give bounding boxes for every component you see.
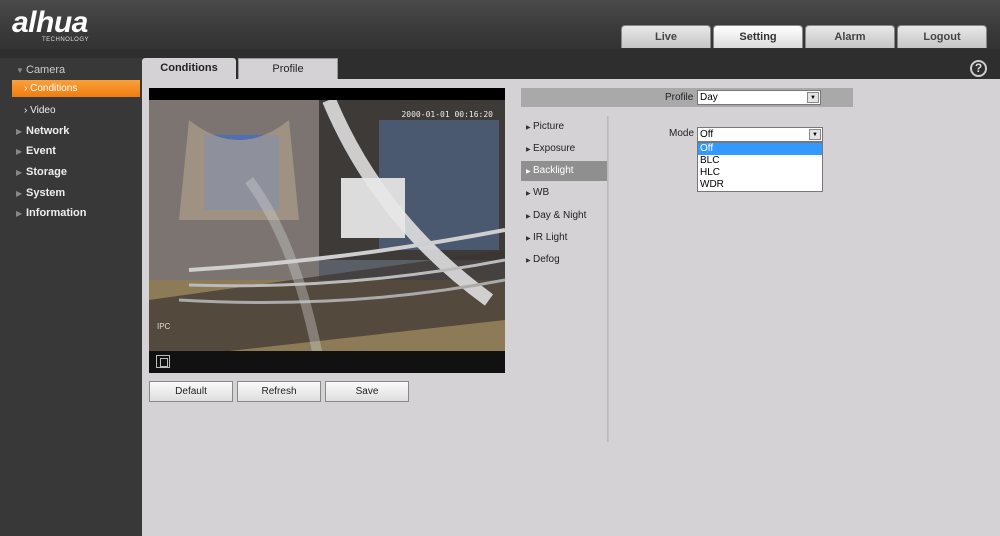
triangle-right-icon: ▶ <box>16 127 23 136</box>
sidebar-item-label: Storage <box>26 166 67 178</box>
video-frame <box>149 100 505 373</box>
tab-setting[interactable]: Setting <box>713 25 803 48</box>
sidebar-item-label: System <box>26 187 66 199</box>
triangle-right-icon: ▶ <box>16 209 23 218</box>
save-button[interactable]: Save <box>325 381 409 402</box>
menu-item-picture[interactable]: ▶ Picture <box>521 117 607 137</box>
mode-select[interactable]: Off ▼ <box>697 127 823 142</box>
menu-item-label: Exposure <box>533 143 576 154</box>
menu-item-backlight[interactable]: ▶ Backlight <box>521 161 607 181</box>
mode-option-off[interactable]: Off <box>698 143 822 155</box>
mode-select-value: Off <box>700 129 714 140</box>
mode-label: Mode <box>669 128 695 139</box>
mode-option-hlc[interactable]: HLC <box>698 167 822 179</box>
triangle-right-icon: ▶ <box>16 168 23 177</box>
menu-item-day-night[interactable]: ▶ Day & Night <box>521 206 607 226</box>
menu-item-exposure[interactable]: ▶ Exposure <box>521 139 607 159</box>
triangle-right-icon: ▶ <box>526 236 531 242</box>
fullscreen-icon[interactable] <box>156 355 170 368</box>
tab-conditions[interactable]: Conditions <box>142 58 236 79</box>
sidebar-item-network[interactable]: ▶ Network <box>16 125 69 137</box>
menu-item-defog[interactable]: ▶ Defog <box>521 250 607 270</box>
logo-subtitle: TECHNOLOGY <box>42 37 90 43</box>
content-tabbar: Conditions Profile Management <box>142 58 1000 96</box>
sidebar: ▼ Camera › Conditions › Video ▶ Network ▶ E… <box>0 49 142 536</box>
default-button[interactable]: Default <box>149 381 233 402</box>
video-preview: 2000-01-01 00:16:20 IPC <box>149 88 505 373</box>
triangle-right-icon: ▶ <box>526 169 531 175</box>
sidebar-item-conditions[interactable]: › Conditions <box>12 80 140 97</box>
sidebar-item-label: Network <box>26 125 70 137</box>
profile-select[interactable]: Day ▼ <box>697 90 821 105</box>
tab-logout[interactable]: Logout <box>897 25 987 48</box>
triangle-right-icon: ▶ <box>16 189 23 198</box>
menu-item-label: Backlight <box>533 165 574 176</box>
triangle-right-icon: ▶ <box>16 147 23 156</box>
triangle-right-icon: ▶ <box>526 147 531 153</box>
tab-live[interactable]: Live <box>621 25 711 48</box>
menu-item-wb[interactable]: ▶ WB <box>521 183 607 203</box>
triangle-right-icon: ▶ <box>526 191 531 197</box>
triangle-right-icon: ▶ <box>526 258 531 264</box>
triangle-right-icon: ▶ <box>526 125 531 131</box>
video-channel-label: IPC <box>157 322 171 331</box>
refresh-button[interactable]: Refresh <box>237 381 321 402</box>
sidebar-item-event[interactable]: ▶ Event <box>16 145 56 157</box>
menu-item-ir-light[interactable]: ▶ IR Light <box>521 228 607 248</box>
help-icon[interactable]: ? <box>970 60 987 77</box>
tab-profile-management[interactable]: Profile Management <box>238 58 338 96</box>
mode-dropdown-list: Off BLC HLC WDR <box>697 142 823 192</box>
triangle-right-icon: ▶ <box>526 214 531 220</box>
video-toolbar <box>149 351 505 373</box>
triangle-down-icon: ▼ <box>16 66 24 75</box>
menu-item-label: Defog <box>533 254 560 265</box>
chevron-down-icon: ▼ <box>809 129 821 140</box>
menu-item-label: IR Light <box>533 232 568 243</box>
menu-item-label: WB <box>533 187 550 198</box>
profile-label: Profile <box>665 92 694 103</box>
sidebar-item-information[interactable]: ▶ Information <box>16 207 87 219</box>
logo: alhua <box>12 6 88 39</box>
sidebar-item-label: Information <box>26 207 87 219</box>
header: alhua TECHNOLOGY Live Setting Alarm Logo… <box>0 0 1000 49</box>
mode-option-blc[interactable]: BLC <box>698 155 822 167</box>
menu-divider <box>607 116 609 442</box>
mode-option-wdr[interactable]: WDR <box>698 179 822 191</box>
profile-select-value: Day <box>700 92 718 103</box>
sidebar-item-label: Camera <box>26 64 66 76</box>
tab-alarm[interactable]: Alarm <box>805 25 895 48</box>
sidebar-item-label: Event <box>26 145 56 157</box>
menu-item-label: Day & Night <box>533 210 587 221</box>
sidebar-item-storage[interactable]: ▶ Storage <box>16 166 67 178</box>
sidebar-item-label: Conditions <box>30 83 78 94</box>
profile-bar: Profile Day ▼ <box>521 88 853 107</box>
menu-item-label: Picture <box>533 121 565 132</box>
sidebar-item-camera[interactable]: ▼ Camera <box>16 64 65 76</box>
sidebar-item-system[interactable]: ▶ System <box>16 187 65 199</box>
sidebar-item-video[interactable]: › Video <box>12 102 140 119</box>
chevron-down-icon: ▼ <box>807 92 819 103</box>
video-timestamp: 2000-01-01 00:16:20 <box>401 110 493 119</box>
sidebar-item-label: Video <box>30 105 56 116</box>
